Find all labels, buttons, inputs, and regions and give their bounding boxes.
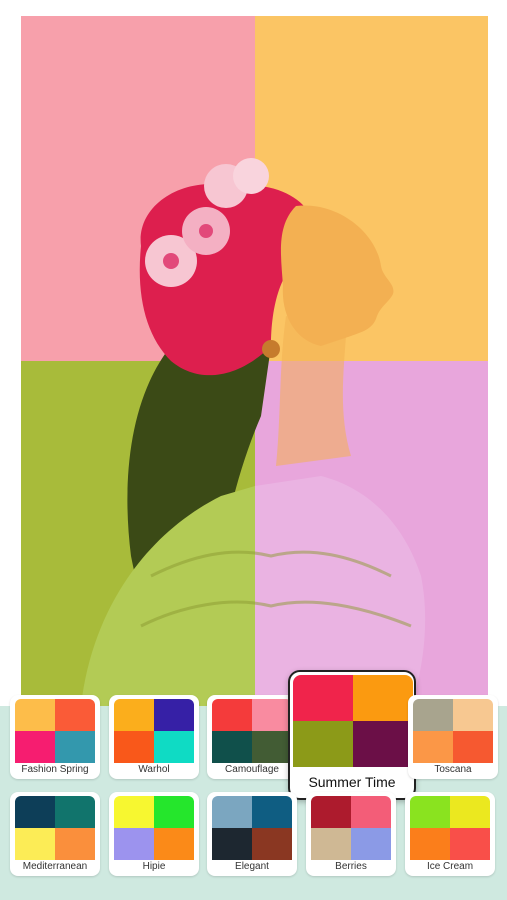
- palette-swatch: [15, 796, 55, 828]
- palette-swatch: [15, 731, 55, 763]
- palette-swatch: [311, 796, 351, 828]
- palette-card-summer-time[interactable]: Summer Time: [288, 670, 416, 800]
- palette-card-toscana[interactable]: Toscana: [408, 695, 498, 779]
- palette-swatch: [212, 699, 252, 731]
- palette-swatch: [114, 731, 154, 763]
- palette-swatch: [351, 828, 391, 860]
- palette-swatch: [154, 796, 194, 828]
- photo-preview: [21, 16, 488, 706]
- palette-swatch: [55, 699, 95, 731]
- palette-swatch: [212, 828, 252, 860]
- palette-label: Hipie: [142, 861, 166, 872]
- palette-label: Ice Cream: [426, 861, 474, 872]
- earring: [262, 340, 280, 358]
- palette-swatch: [252, 731, 292, 763]
- palette-label: Camouflage: [225, 764, 279, 775]
- woman-portrait-figure: [81, 158, 426, 706]
- palette-card-camouflage[interactable]: Camouflage: [207, 695, 297, 779]
- palette-swatch: [353, 675, 413, 721]
- palette-swatch: [154, 828, 194, 860]
- palette-swatch: [410, 828, 450, 860]
- palette-swatch: [212, 796, 252, 828]
- palette-swatch: [453, 731, 493, 763]
- palette-card-ice-cream[interactable]: Ice Cream: [405, 792, 495, 876]
- palette-swatch: [55, 731, 95, 763]
- palette-swatch: [15, 828, 55, 860]
- palette-swatch: [55, 796, 95, 828]
- palette-swatch: [154, 699, 194, 731]
- palette-card-mediterranean[interactable]: Mediterranean: [10, 792, 100, 876]
- palette-swatch: [410, 796, 450, 828]
- palette-swatch: [55, 828, 95, 860]
- palette-card-elegant[interactable]: Elegant: [207, 792, 297, 876]
- palette-label: Elegant: [235, 861, 269, 872]
- palette-label: Warhol: [138, 764, 170, 775]
- palette-swatch: [311, 828, 351, 860]
- palette-swatch: [450, 796, 490, 828]
- palette-swatch: [212, 731, 252, 763]
- palette-label: Berries: [335, 861, 367, 872]
- palette-card-berries[interactable]: Berries: [306, 792, 396, 876]
- palette-swatch: [293, 721, 353, 767]
- palette-swatch: [353, 721, 413, 767]
- palette-swatch: [413, 731, 453, 763]
- palette-card-hipie[interactable]: Hipie: [109, 792, 199, 876]
- palette-card-warhol[interactable]: Warhol: [109, 695, 199, 779]
- palette-label: Mediterranean: [22, 861, 88, 872]
- palette-label: Toscana: [434, 764, 472, 775]
- palette-swatch: [252, 699, 292, 731]
- palette-swatch: [453, 699, 493, 731]
- palette-card-fashion-spring[interactable]: Fashion Spring: [10, 695, 100, 779]
- palette-swatch: [252, 796, 292, 828]
- palette-swatch: [252, 828, 292, 860]
- palette-swatch: [114, 828, 154, 860]
- palette-swatch: [154, 731, 194, 763]
- palette-swatch: [293, 675, 353, 721]
- neck: [276, 316, 351, 466]
- palette-swatch: [114, 699, 154, 731]
- palette-label: Summer Time: [308, 774, 396, 790]
- palette-swatch: [413, 699, 453, 731]
- palette-swatch: [15, 699, 55, 731]
- palette-swatch: [351, 796, 391, 828]
- palette-swatch: [450, 828, 490, 860]
- palette-label: Fashion Spring: [21, 764, 89, 775]
- palette-swatch: [114, 796, 154, 828]
